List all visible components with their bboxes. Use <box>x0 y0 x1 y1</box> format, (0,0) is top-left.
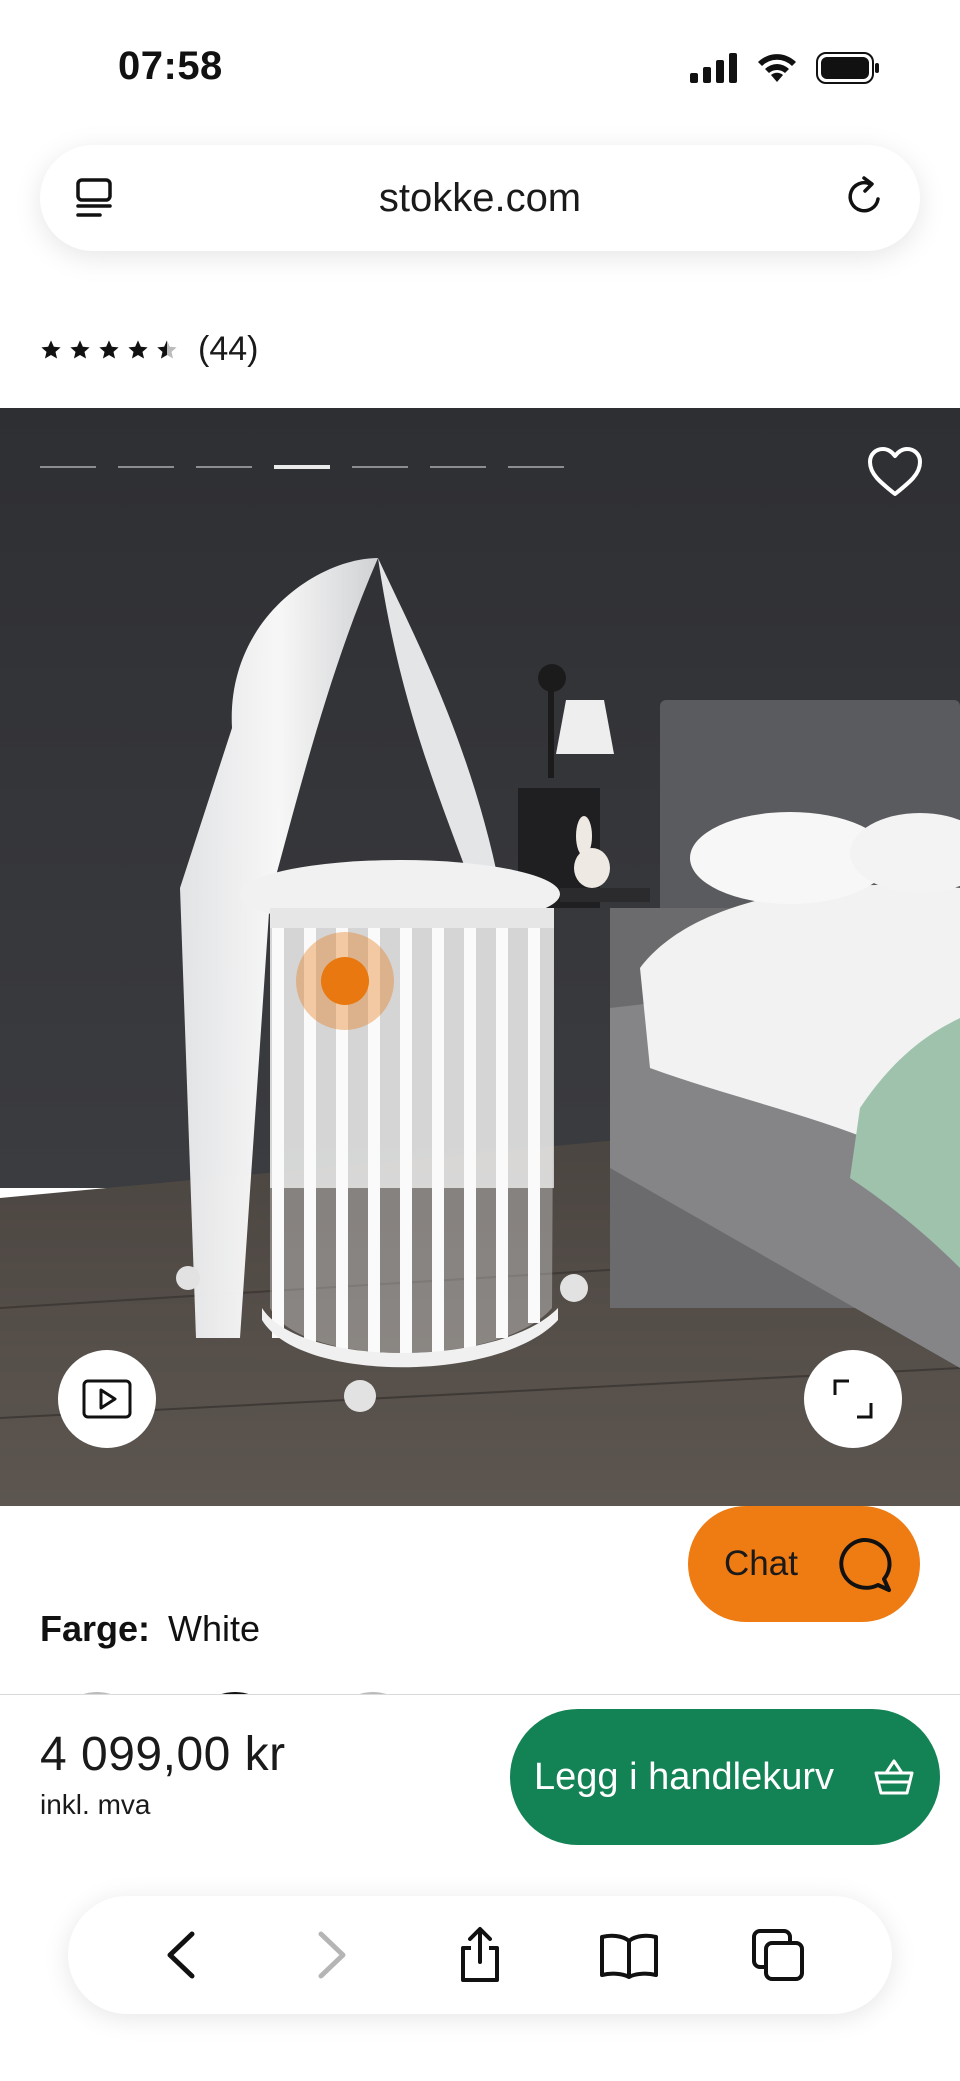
back-button[interactable] <box>150 1923 214 1987</box>
star-icon <box>99 339 119 359</box>
basket-icon <box>874 1759 914 1795</box>
product-rating[interactable]: (44) <box>40 330 258 369</box>
tabs-button[interactable] <box>746 1923 810 1987</box>
back-icon <box>167 1931 195 1979</box>
half-star-icon <box>157 339 177 359</box>
heart-icon[interactable] <box>866 444 924 502</box>
gallery-indicator <box>40 465 564 469</box>
gallery-dot[interactable] <box>352 466 408 468</box>
bookmarks-button[interactable] <box>597 1923 661 1987</box>
fullscreen-button[interactable] <box>804 1350 902 1448</box>
rating-stars <box>40 339 178 361</box>
star-icon <box>41 339 61 359</box>
forward-icon <box>318 1931 346 1979</box>
chat-bubble-icon <box>839 1537 892 1592</box>
purchase-bar: 4 099,00 kr inkl. mva Legg i handlekurv <box>0 1694 960 1854</box>
product-price: 4 099,00 kr <box>40 1728 286 1781</box>
color-value: White <box>168 1608 261 1649</box>
share-button[interactable] <box>448 1923 512 1987</box>
gallery-dot[interactable] <box>196 466 252 468</box>
status-bar: 07:58 <box>0 0 960 130</box>
status-time: 07:58 <box>118 44 223 88</box>
price-note: inkl. mva <box>40 1789 151 1820</box>
status-icons <box>690 52 880 84</box>
star-icon <box>70 339 90 359</box>
bookmarks-icon <box>599 1933 658 1979</box>
gallery-dot[interactable] <box>508 466 564 468</box>
product-photo <box>0 408 960 1506</box>
hotspot-dot <box>321 957 369 1005</box>
product-image-gallery[interactable] <box>0 408 960 1506</box>
url-text[interactable]: stokke.com <box>379 176 581 221</box>
star-icon <box>128 339 148 359</box>
gallery-dot[interactable] <box>430 466 486 468</box>
gallery-dot-active[interactable] <box>274 465 330 469</box>
address-bar[interactable]: stokke.com <box>40 145 920 251</box>
cellular-signal-icon <box>690 53 737 83</box>
review-count[interactable]: (44) <box>198 330 258 369</box>
wifi-icon <box>758 54 796 82</box>
reload-icon[interactable] <box>840 173 888 221</box>
chat-button[interactable]: Chat <box>688 1506 920 1622</box>
add-to-cart-label: Legg i handlekurv <box>534 1755 834 1798</box>
play-video-button[interactable] <box>58 1350 156 1448</box>
play-video-icon <box>82 1379 132 1419</box>
share-icon <box>460 1927 499 1982</box>
gallery-dot[interactable] <box>118 466 174 468</box>
product-hotspot[interactable] <box>296 932 394 1030</box>
tabs-icon <box>751 1929 804 1981</box>
battery-icon <box>816 52 879 84</box>
forward-button[interactable] <box>299 1923 363 1987</box>
color-label: Farge: <box>40 1608 151 1649</box>
gallery-dot[interactable] <box>40 466 96 468</box>
page-menu-icon[interactable] <box>72 175 118 221</box>
color-selection: Farge: White <box>40 1608 260 1650</box>
add-to-cart-button[interactable]: Legg i handlekurv <box>510 1709 940 1845</box>
chat-label: Chat <box>724 1544 798 1583</box>
browser-toolbar <box>68 1896 892 2014</box>
expand-icon <box>833 1379 873 1419</box>
